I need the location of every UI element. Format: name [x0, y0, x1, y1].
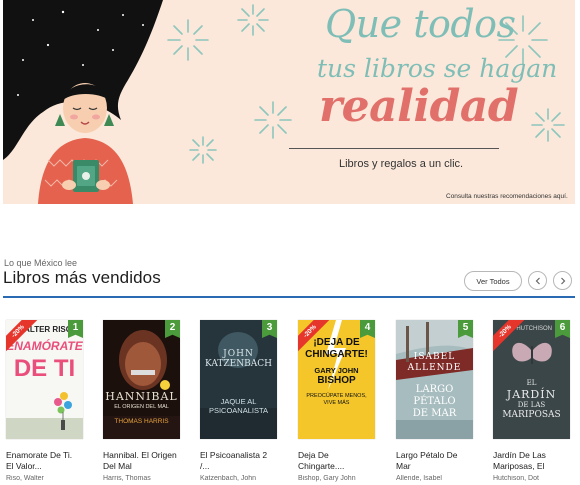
- cover-title-line4: MARIPOSAS: [502, 410, 561, 420]
- cover-title-line2: DE TI: [13, 355, 76, 382]
- book-author[interactable]: Bishop, Gary John: [298, 475, 372, 482]
- banner-divider: [289, 148, 499, 149]
- cover-title: HANNIBAL: [105, 390, 178, 403]
- cover-tagline-2: VIVE MÁS: [323, 400, 350, 406]
- cover-author-last: BISHOP: [317, 375, 356, 386]
- hero-banner[interactable]: Que todos tus libros se hagan realidad L…: [3, 0, 575, 204]
- cover-title-line1: ENAMÓRATE: [6, 339, 83, 353]
- cover-title-line2: CHINGARTE!: [305, 349, 368, 360]
- book-cover[interactable]: JOHN KATZENBACH JAQUE AL PSICOANALISTA 3: [200, 320, 277, 439]
- book-author[interactable]: Allende, Isabel: [396, 475, 470, 482]
- cover-title-line1: EL: [526, 379, 537, 387]
- book-card[interactable]: ISABEL ALLENDE LARGO PÉTALO DE MAR 5 Lar…: [396, 320, 474, 482]
- book-cover[interactable]: ¡DEJA DE CHINGARTE! GARY JOHN BISHOP PRE…: [298, 320, 375, 439]
- carousel-next-button[interactable]: [553, 271, 572, 290]
- book-author[interactable]: Katzenbach, John: [200, 475, 274, 482]
- book-title[interactable]: El Psicoanalista 2 /...: [200, 450, 274, 471]
- chevron-right-icon: [560, 277, 565, 284]
- book-card[interactable]: ¡DEJA DE CHINGARTE! GARY JOHN BISHOP PRE…: [298, 320, 376, 482]
- cover-author: THOMAS HARRIS: [114, 418, 169, 425]
- book-card[interactable]: WALTER RISO ENAMÓRATE DE TI -20% 1 Enamo…: [6, 320, 84, 482]
- hair-shape: [3, 0, 163, 160]
- cover-tagline-1: PREOCÚPATE MENOS,: [306, 393, 367, 399]
- banner-headline-line2: tus libros se hagan: [317, 54, 558, 83]
- book-cover[interactable]: ISABEL ALLENDE LARGO PÉTALO DE MAR 5: [396, 320, 473, 439]
- cover-author-last: KATZENBACH: [205, 359, 272, 369]
- cover-art: [396, 320, 473, 439]
- cover-title-line2: PSICOANALISTA: [208, 406, 269, 415]
- cover-title-line1: LARGO: [415, 384, 454, 395]
- book-title[interactable]: Hannibal. El Origen Del Mal: [103, 450, 177, 471]
- banner-subtitle: Libros y regalos a un clic.: [339, 158, 464, 170]
- banner-cta-link[interactable]: Consulta nuestras recomendaciones aquí.: [446, 193, 568, 200]
- cover-author-first: GARY JOHN: [314, 366, 359, 375]
- cover-author-first: ISABEL: [413, 352, 456, 362]
- section-divider: [3, 296, 575, 298]
- cover-title-line3: DE MAR: [412, 408, 457, 419]
- carousel-prev-button[interactable]: [528, 271, 547, 290]
- chevron-left-icon: [535, 277, 540, 284]
- banner-headline-line1: Que todos: [325, 2, 516, 46]
- cover-title-line3: DE LAS: [517, 401, 546, 409]
- book-author[interactable]: Hutchison, Dot: [493, 475, 567, 482]
- book-author[interactable]: Riso, Walter: [6, 475, 80, 482]
- book-cover[interactable]: HANNIBAL EL ORIGEN DEL MAL THOMAS HARRIS…: [103, 320, 180, 439]
- cover-author-last: ALLENDE: [407, 363, 462, 373]
- book-card[interactable]: HANNIBAL EL ORIGEN DEL MAL THOMAS HARRIS…: [103, 320, 181, 482]
- banner-headline-line3: realidad: [319, 81, 519, 132]
- section-kicker: Lo que México lee: [4, 258, 78, 268]
- book-cover[interactable]: WALTER RISO ENAMÓRATE DE TI -20% 1: [6, 320, 83, 439]
- book-author[interactable]: Harris, Thomas: [103, 475, 177, 482]
- book-title[interactable]: Jardín De Las Mariposas, El: [493, 450, 567, 471]
- book-title[interactable]: Enamorate De Ti. El Valor...: [6, 450, 80, 471]
- book-title[interactable]: Deja De Chingarte....: [298, 450, 372, 471]
- book-card[interactable]: HUTCHISON EL JARDÍN DE LAS MARIPOSAS -20…: [493, 320, 571, 482]
- cover-title-line2: JARDÍN: [506, 388, 557, 401]
- book-card[interactable]: JOHN KATZENBACH JAQUE AL PSICOANALISTA 3…: [200, 320, 278, 482]
- book-cover[interactable]: HUTCHISON EL JARDÍN DE LAS MARIPOSAS -20…: [493, 320, 570, 439]
- cover-art: [200, 320, 277, 439]
- book-title[interactable]: Largo Pétalo De Mar: [396, 450, 470, 471]
- ver-todos-button[interactable]: Ver Todos: [464, 271, 522, 291]
- bestsellers-carousel: WALTER RISO ENAMÓRATE DE TI -20% 1 Enamo…: [0, 320, 580, 485]
- cover-title-line2: PÉTALO: [413, 396, 456, 407]
- cover-subtitle: EL ORIGEN DEL MAL: [114, 404, 169, 410]
- cover-title-line1: JAQUE AL: [220, 397, 257, 406]
- section-title: Libros más vendidos: [3, 268, 161, 287]
